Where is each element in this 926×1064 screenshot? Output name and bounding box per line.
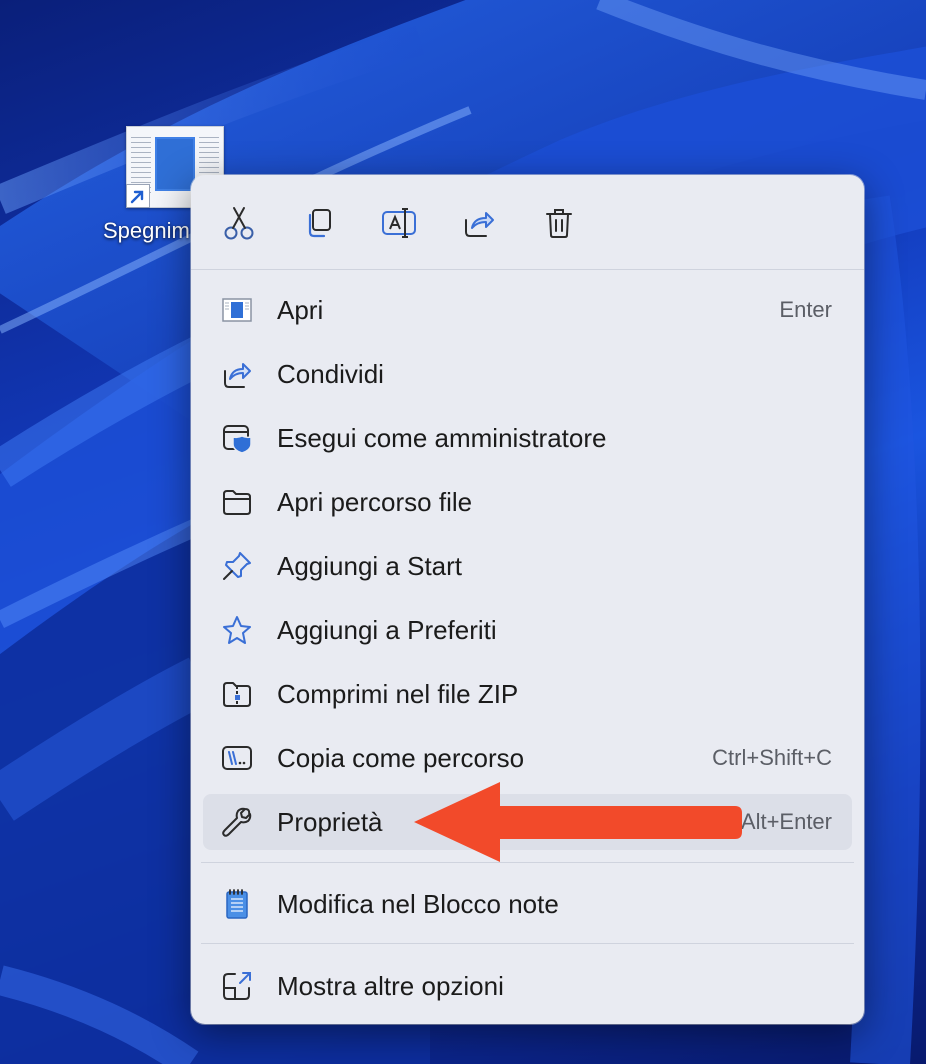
menu-item-label: Apri percorso file	[277, 487, 473, 517]
menu-item-copy-as-path[interactable]: Copia come percorso Ctrl+Shift+C	[203, 730, 852, 786]
share-icon	[224, 363, 251, 388]
menu-item-show-more-options[interactable]: Mostra altre opzioni	[203, 958, 852, 1014]
menu-item-properties[interactable]: Proprietà Alt+Enter	[203, 794, 852, 850]
menu-item-label: Apri	[277, 295, 324, 325]
notepad-icon	[226, 889, 248, 919]
menu-item-share[interactable]: Condividi	[203, 346, 852, 402]
scissors-icon	[224, 207, 254, 240]
folder-icon	[223, 490, 251, 515]
menu-item-label: Copia come percorso	[277, 743, 525, 773]
pin-icon	[223, 552, 251, 580]
copy-icon	[308, 209, 331, 238]
menu-item-label: Comprimi nel file ZIP	[277, 679, 519, 709]
menu-item-run-as-admin[interactable]: Esegui come amministratore	[203, 410, 852, 466]
menu-item-label: Condividi	[277, 359, 384, 389]
share-button[interactable]	[459, 203, 499, 243]
menu-item-pin-to-start[interactable]: Aggiungi a Start	[203, 538, 852, 594]
context-toolbar	[191, 175, 864, 269]
menu-item-open-file-location[interactable]: Apri percorso file	[203, 474, 852, 530]
menu-item-label: Esegui come amministratore	[277, 423, 607, 453]
zip-folder-icon	[223, 682, 251, 707]
menu-item-shortcut: Alt+Enter	[740, 809, 832, 834]
app-window-icon	[222, 298, 252, 322]
menu-divider	[201, 862, 854, 863]
show-more-options-icon	[223, 972, 251, 1000]
menu-item-compress-zip[interactable]: Comprimi nel file ZIP	[203, 666, 852, 722]
shortcut-arrow-icon	[126, 184, 150, 208]
copy-button[interactable]	[299, 203, 339, 243]
menu-item-shortcut: Ctrl+Shift+C	[712, 745, 832, 770]
rename-icon	[382, 208, 416, 238]
share-icon	[465, 212, 494, 237]
menu-item-edit-notepad[interactable]: Modifica nel Blocco note	[203, 876, 852, 932]
shortcut-label: Spegnim	[103, 218, 190, 243]
star-icon	[223, 616, 251, 644]
shield-icon	[223, 425, 252, 454]
menu-item-label: Aggiungi a Start	[277, 551, 463, 581]
rename-button[interactable]	[379, 203, 419, 243]
wrench-icon	[222, 807, 252, 837]
menu-item-label: Proprietà	[277, 807, 383, 837]
context-menu: Apri Enter Condividi Esegui come amminis…	[191, 175, 864, 1024]
trash-icon	[546, 209, 572, 238]
menu-item-shortcut: Enter	[779, 297, 832, 322]
menu-divider	[201, 943, 854, 944]
menu-item-label: Mostra altre opzioni	[277, 971, 504, 1001]
menu-item-add-to-favorites[interactable]: Aggiungi a Preferiti	[203, 602, 852, 658]
delete-button[interactable]	[539, 203, 579, 243]
path-icon	[222, 746, 252, 770]
menu-item-label: Modifica nel Blocco note	[277, 889, 559, 919]
menu-item-open[interactable]: Apri Enter	[203, 282, 852, 338]
menu-item-label: Aggiungi a Preferiti	[277, 615, 497, 645]
cut-button[interactable]	[219, 203, 259, 243]
toolbar-divider	[191, 269, 864, 270]
